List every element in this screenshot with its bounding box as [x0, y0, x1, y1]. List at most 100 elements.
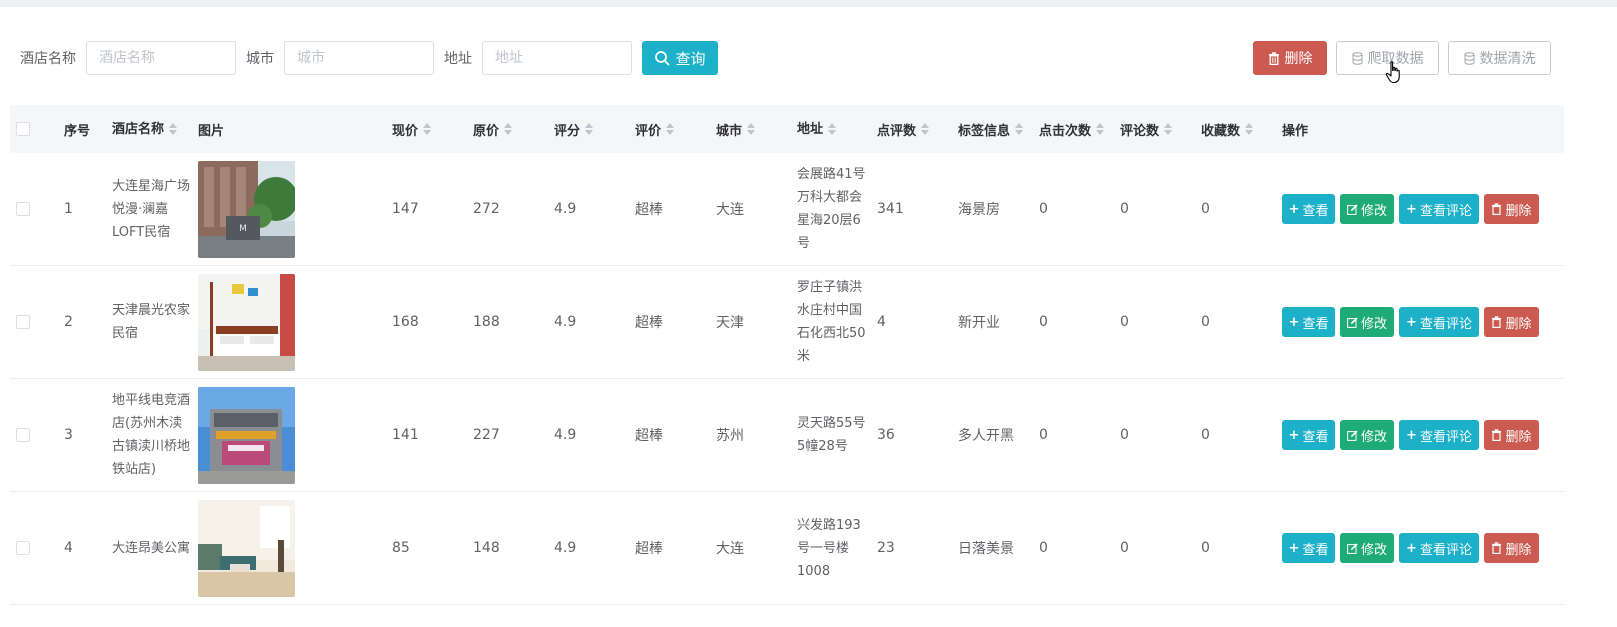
plus-icon: + — [1406, 540, 1417, 556]
hotel-photo[interactable] — [198, 386, 295, 484]
row-clicks: 0 — [1039, 540, 1048, 556]
database-icon — [1464, 51, 1474, 65]
sort-icon[interactable] — [585, 123, 594, 135]
top-bar — [0, 0, 1617, 7]
row-checkbox[interactable] — [16, 315, 30, 329]
view-reviews-label: 查看评论 — [1419, 542, 1472, 558]
hotel-photo[interactable] — [198, 273, 295, 371]
address-input[interactable] — [482, 41, 632, 75]
header-review-count-label: 点评数 — [877, 123, 917, 139]
view-button[interactable]: + 查看 — [1282, 420, 1335, 450]
header-price-orig[interactable]: 原价 — [473, 120, 554, 139]
header-city[interactable]: 城市 — [716, 120, 797, 139]
view-reviews-label: 查看评论 — [1419, 429, 1472, 445]
bulk-delete-button[interactable]: 删除 — [1253, 41, 1327, 75]
edit-button[interactable]: 修改 — [1340, 307, 1394, 337]
sort-icon[interactable] — [1015, 123, 1024, 135]
address-label: 地址 — [444, 51, 472, 67]
delete-button[interactable]: 删除 — [1484, 533, 1539, 563]
header-score[interactable]: 评分 — [554, 120, 635, 139]
view-reviews-button[interactable]: + 查看评论 — [1399, 307, 1479, 337]
row-price-now: 168 — [392, 314, 419, 330]
row-comments: 0 — [1120, 427, 1129, 443]
view-button[interactable]: + 查看 — [1282, 533, 1335, 563]
data-clean-button[interactable]: 数据清洗 — [1448, 41, 1551, 75]
delete-button[interactable]: 删除 — [1484, 307, 1539, 337]
row-favorites: 0 — [1201, 314, 1210, 330]
database-icon — [1352, 51, 1362, 65]
header-rating-label: 评价 — [635, 123, 662, 139]
hotel-name-input[interactable] — [86, 41, 236, 75]
edit-button[interactable]: 修改 — [1340, 533, 1394, 563]
data-clean-label: 数据清洗 — [1479, 51, 1536, 67]
header-comments[interactable]: 评论数 — [1120, 120, 1201, 139]
query-button[interactable]: 查询 — [642, 41, 718, 75]
header-rating[interactable]: 评价 — [635, 120, 716, 139]
plus-icon: + — [1288, 314, 1300, 330]
row-score: 4.9 — [554, 314, 577, 330]
edit-button-label: 修改 — [1360, 542, 1387, 558]
row-rating: 超棒 — [635, 202, 663, 218]
row-address: 兴发路193号一号楼1008 — [797, 517, 861, 579]
hotel-photo[interactable] — [198, 499, 295, 597]
header-address[interactable]: 地址 — [797, 118, 877, 141]
row-hotel-name: 大连昂美公寓 — [112, 540, 191, 556]
row-price-now: 141 — [392, 427, 419, 443]
header-review-count[interactable]: 点评数 — [877, 120, 958, 139]
city-label: 城市 — [246, 51, 274, 67]
row-favorites: 0 — [1201, 201, 1210, 217]
view-button[interactable]: + 查看 — [1282, 307, 1335, 337]
row-checkbox[interactable] — [16, 202, 30, 216]
row-city: 苏州 — [716, 428, 744, 444]
row-image-cell — [198, 499, 392, 597]
edit-button[interactable]: 修改 — [1340, 194, 1394, 224]
sort-icon[interactable] — [1096, 123, 1105, 135]
plus-icon: + — [1406, 201, 1417, 217]
sort-icon[interactable] — [921, 123, 930, 135]
header-comments-label: 评论数 — [1120, 123, 1160, 139]
edit-button-label: 修改 — [1360, 316, 1387, 332]
delete-button[interactable]: 删除 — [1484, 194, 1539, 224]
edit-icon — [1347, 316, 1358, 328]
delete-button[interactable]: 删除 — [1484, 420, 1539, 450]
row-checkbox[interactable] — [16, 428, 30, 442]
header-price-now[interactable]: 现价 — [392, 120, 473, 139]
edit-button[interactable]: 修改 — [1340, 420, 1394, 450]
hotel-table: 序号 酒店名称 图片 现价 原价 评分 评价 城市 地址 点评数 标签信息 点击… — [10, 105, 1564, 605]
row-ops: + 查看 修改 + 查看评论 删除 — [1282, 194, 1562, 224]
bulk-delete-label: 删除 — [1284, 51, 1313, 67]
row-checkbox[interactable] — [16, 541, 30, 555]
sort-icon[interactable] — [423, 123, 432, 135]
sort-icon[interactable] — [504, 123, 513, 135]
row-index: 2 — [64, 314, 73, 330]
view-reviews-label: 查看评论 — [1419, 316, 1472, 332]
row-tags: 新开业 — [958, 315, 1000, 331]
sort-icon[interactable] — [747, 123, 756, 135]
hotel-name-label: 酒店名称 — [20, 51, 76, 67]
search-icon — [655, 51, 670, 66]
view-reviews-button[interactable]: + 查看评论 — [1399, 194, 1479, 224]
view-reviews-button[interactable]: + 查看评论 — [1399, 420, 1479, 450]
hotel-photo[interactable]: M — [198, 160, 295, 258]
table-row: 1 大连星海广场悦漫·澜嘉LOFT民宿 M 147 272 4.9 超棒 大连 … — [10, 153, 1564, 266]
sort-icon[interactable] — [169, 123, 178, 135]
header-favorites[interactable]: 收藏数 — [1201, 120, 1282, 139]
select-all-checkbox[interactable] — [16, 122, 30, 136]
row-index: 4 — [64, 540, 73, 556]
sort-icon[interactable] — [1245, 123, 1254, 135]
view-button-label: 查看 — [1302, 203, 1329, 219]
row-comments: 0 — [1120, 201, 1129, 217]
sort-icon[interactable] — [828, 123, 837, 135]
row-image-cell: M — [198, 160, 392, 258]
row-favorites: 0 — [1201, 540, 1210, 556]
view-button[interactable]: + 查看 — [1282, 194, 1335, 224]
header-clicks-label: 点击次数 — [1039, 123, 1092, 139]
header-tags[interactable]: 标签信息 — [958, 120, 1039, 139]
view-reviews-button[interactable]: + 查看评论 — [1399, 533, 1479, 563]
header-clicks[interactable]: 点击次数 — [1039, 120, 1120, 139]
trash-icon — [1492, 203, 1502, 215]
sort-icon[interactable] — [666, 123, 675, 135]
header-name[interactable]: 酒店名称 — [112, 118, 198, 141]
sort-icon[interactable] — [1164, 123, 1173, 135]
city-input[interactable] — [284, 41, 434, 75]
